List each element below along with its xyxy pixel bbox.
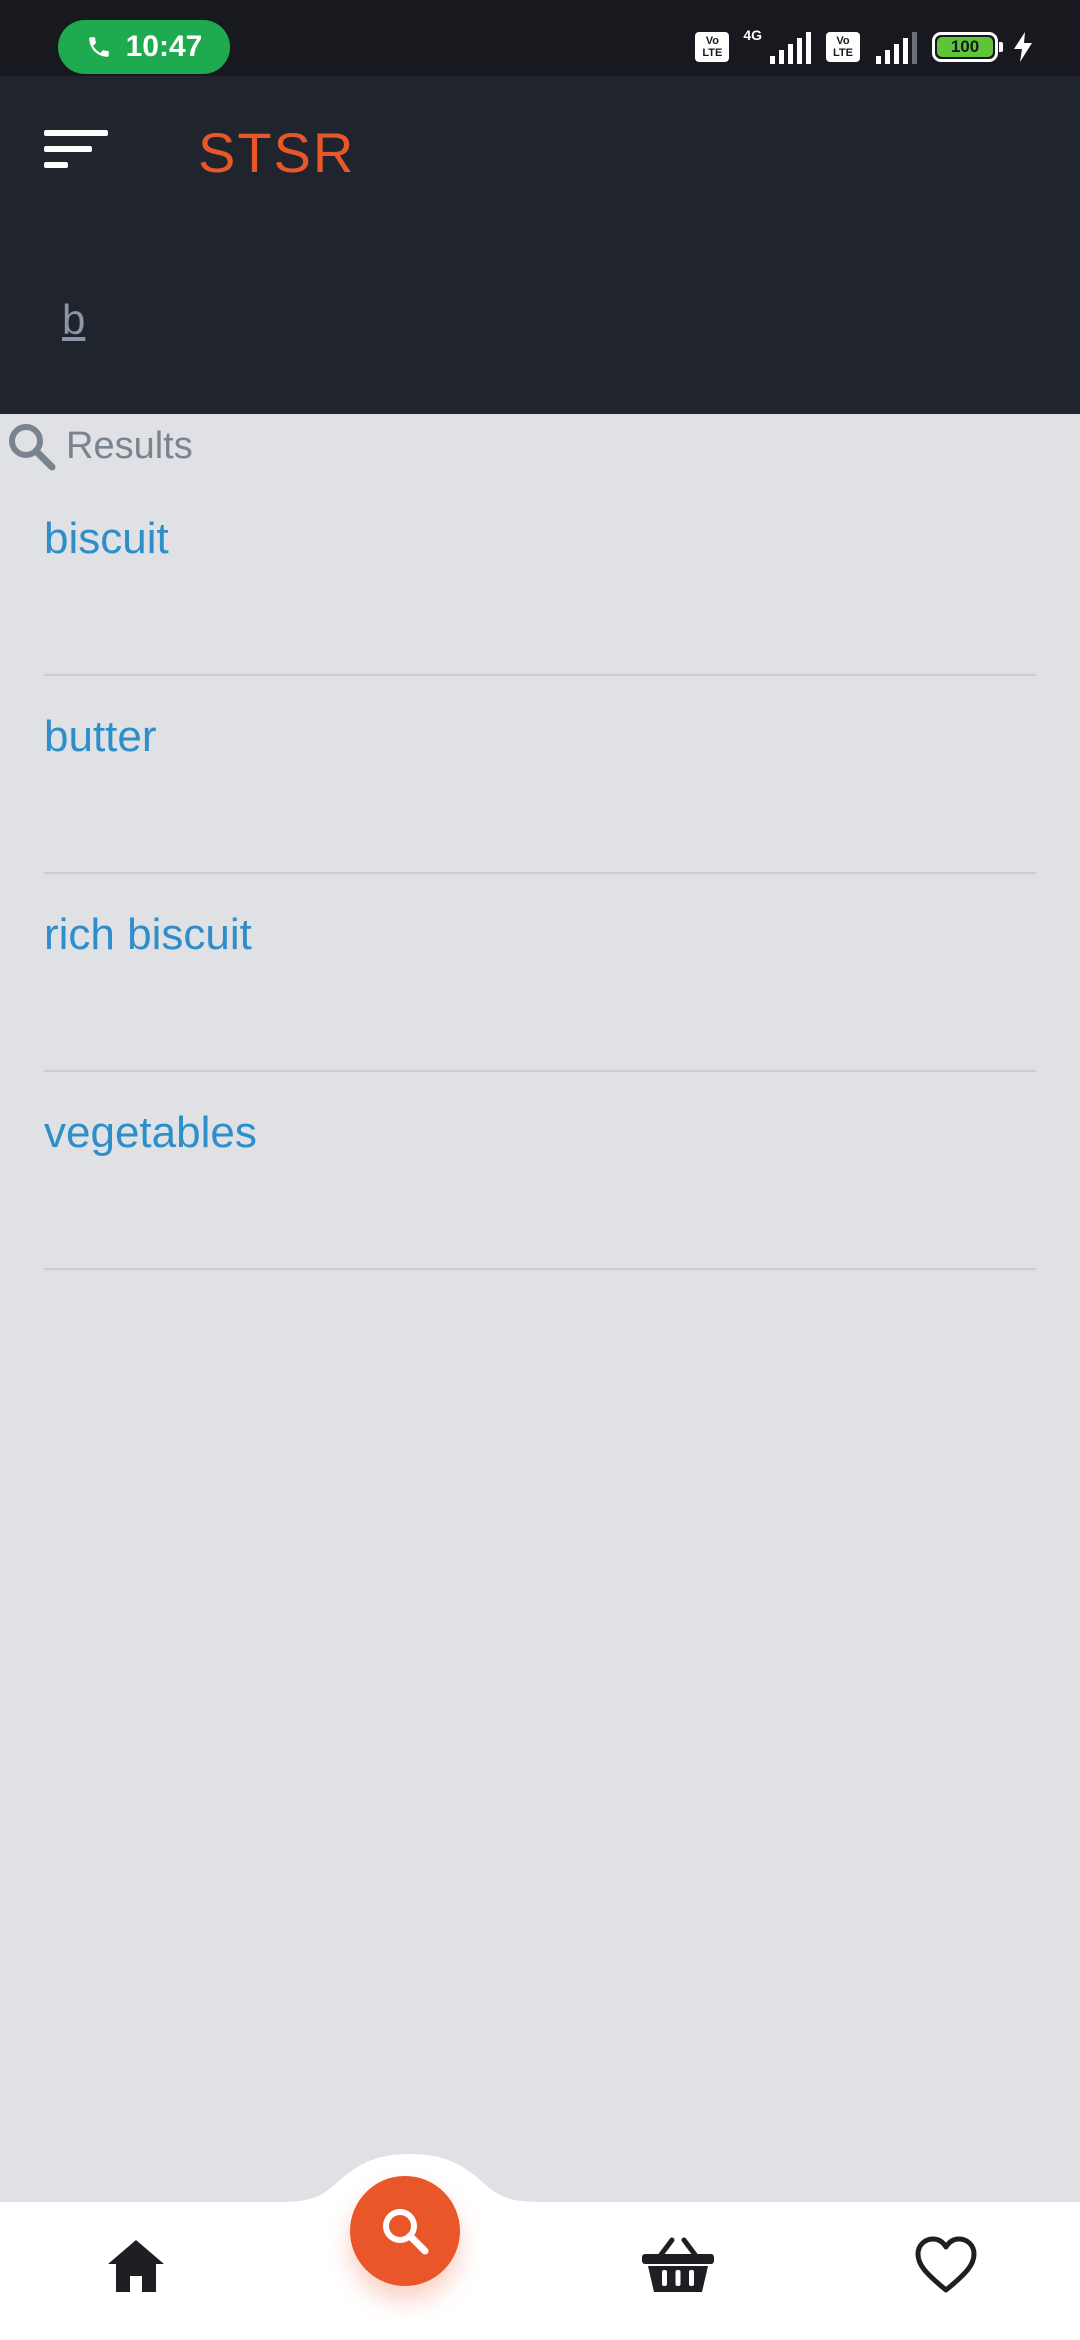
network-type-label: 4G: [743, 27, 762, 43]
battery-level: 100: [937, 37, 993, 57]
result-label: rich biscuit: [44, 910, 252, 959]
charging-icon: [1014, 32, 1032, 62]
results-heading-label: Results: [66, 424, 193, 467]
heart-icon[interactable]: [914, 2236, 978, 2296]
signal-icon: [770, 32, 811, 64]
result-label: biscuit: [44, 514, 169, 563]
search-icon: [383, 2209, 429, 2255]
search-query-text[interactable]: b: [62, 296, 85, 344]
app-header: STSR b: [0, 76, 1080, 414]
home-icon[interactable]: [104, 2236, 168, 2296]
result-list: biscuit butter rich biscuit vegetables: [44, 478, 1036, 1270]
list-item[interactable]: butter: [44, 676, 1036, 874]
app-title: STSR: [198, 121, 356, 184]
volte-icon-2: Vo LTE: [826, 32, 860, 62]
list-item[interactable]: rich biscuit: [44, 874, 1036, 1072]
battery-icon: 100: [932, 32, 1003, 62]
signal-icon-2: [876, 32, 917, 64]
status-time: 10:47: [125, 30, 203, 63]
result-label: butter: [44, 712, 157, 761]
status-bar: 10:47 Vo LTE 4G Vo LTE 100: [0, 0, 1080, 76]
menu-icon[interactable]: [44, 130, 110, 176]
status-icons: Vo LTE 4G Vo LTE 100: [695, 22, 1034, 72]
search-icon: [9, 424, 56, 471]
result-label: vegetables: [44, 1108, 257, 1157]
volte-icon: Vo LTE: [695, 32, 730, 62]
list-item[interactable]: biscuit: [44, 478, 1036, 676]
phone-icon: [88, 37, 109, 57]
basket-icon[interactable]: [640, 2236, 716, 2296]
results-heading: Results: [6, 420, 193, 472]
ongoing-call-pill[interactable]: 10:47: [58, 20, 230, 74]
list-item[interactable]: vegetables: [44, 1072, 1036, 1270]
search-fab-button[interactable]: [350, 2176, 460, 2286]
